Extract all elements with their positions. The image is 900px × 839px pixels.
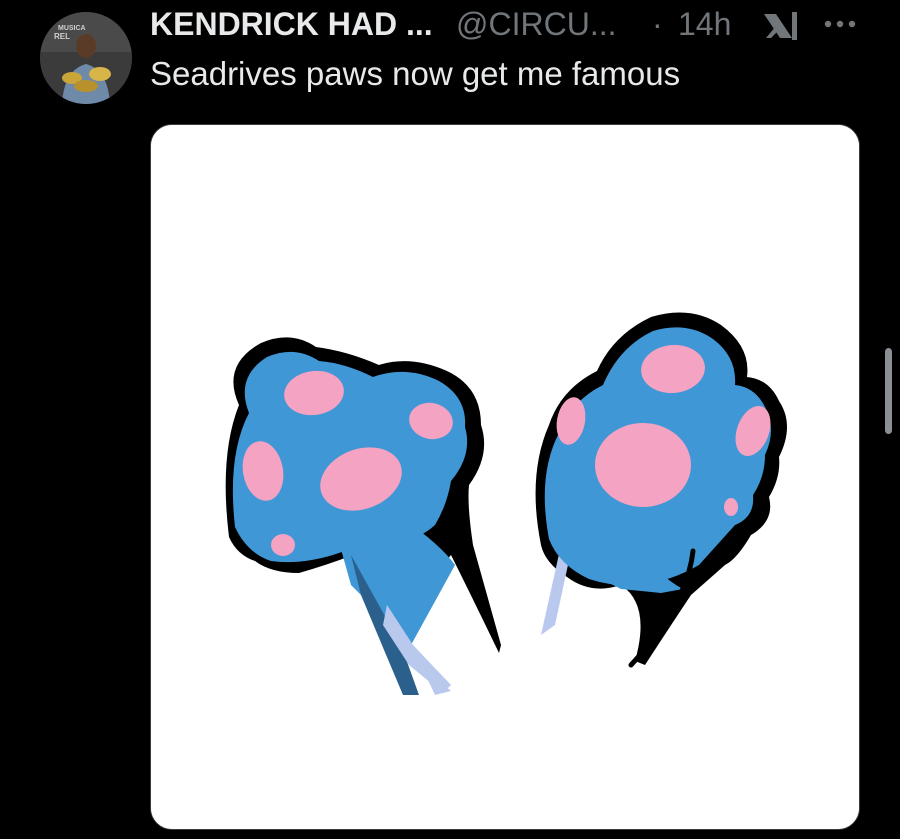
xai-grok-icon[interactable] — [762, 10, 802, 42]
separator-dot: · — [652, 6, 663, 42]
user-handle[interactable]: @CIRCU... — [456, 3, 616, 45]
scrollbar-thumb[interactable] — [885, 348, 892, 434]
tweet-post[interactable]: MUSICA REL KENDRICK HAD ... @CIRCU... · … — [0, 0, 900, 839]
display-name[interactable]: KENDRICK HAD ... — [150, 3, 433, 45]
paws-illustration — [151, 125, 859, 829]
avatar-photo-icon: MUSICA REL — [40, 12, 132, 104]
post-media-image[interactable] — [150, 124, 860, 830]
timestamp[interactable]: 14h — [678, 3, 731, 45]
avatar[interactable]: MUSICA REL — [40, 12, 132, 104]
more-options-icon[interactable] — [820, 7, 860, 39]
svg-text:REL: REL — [54, 32, 70, 41]
tweet-text: Seadrives paws now get me famous — [150, 55, 681, 92]
post-header: KENDRICK HAD ... @CIRCU... · 14h — [150, 3, 870, 45]
svg-text:MUSICA: MUSICA — [58, 25, 86, 32]
